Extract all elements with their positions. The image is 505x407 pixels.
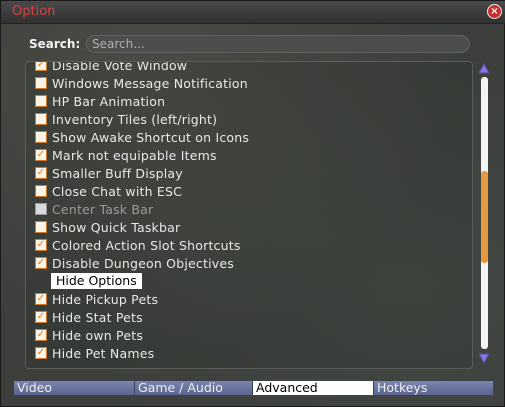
option-label: Close Chat with ESC [52,183,183,199]
option-row[interactable]: Show Quick Taskbar [35,218,472,236]
tab-game-audio[interactable]: Game / Audio [135,381,253,395]
checkbox-unchecked[interactable] [35,113,47,125]
scrollbar-thumb[interactable] [481,171,488,263]
checkbox-checked[interactable]: ✓ [35,293,47,305]
option-label: Inventory Tiles (left/right) [52,111,218,127]
option-row[interactable]: Inventory Tiles (left/right) [35,110,472,128]
checkbox-unchecked[interactable] [35,221,47,233]
option-label: Smaller Buff Display [52,165,183,181]
option-label: Show Quick Taskbar [52,219,181,235]
option-label: Hide Stat Pets [52,309,143,325]
option-label: Colored Action Slot Shortcuts [52,237,241,253]
option-row[interactable]: Windows Message Notification [35,74,472,92]
option-row[interactable]: ✓ Smaller Buff Display [35,164,472,182]
checkbox-checked[interactable]: ✓ [35,149,47,161]
option-row[interactable]: HP Bar Animation [35,92,472,110]
section-header-label: Hide Options [51,273,142,289]
option-row[interactable]: ✓ Colored Action Slot Shortcuts [35,236,472,254]
checkbox-checked[interactable]: ✓ [35,62,47,71]
option-row[interactable]: ✓ Hide Pickup Pets [35,290,472,308]
checkbox-unchecked[interactable] [35,185,47,197]
options-list-content: ✓ Disable Vote Window Windows Message Noti… [35,61,472,362]
option-label: Show Awake Shortcut on Icons [52,129,250,145]
search-label: Search: [29,37,81,51]
checkbox-unchecked[interactable] [35,95,47,107]
option-label: Disable Vote Window [52,61,188,73]
checkbox-checked[interactable]: ✓ [35,167,47,179]
checkbox-unchecked[interactable] [35,131,47,143]
close-icon[interactable]: × [487,4,502,19]
scroll-down-icon[interactable] [478,352,490,364]
checkbox-checked[interactable]: ✓ [35,347,47,359]
option-row[interactable]: Show Awake Shortcut on Icons [35,128,472,146]
option-row[interactable]: ✓ Hide own Pets [35,326,472,344]
option-label: Windows Message Notification [52,75,248,91]
scroll-up-icon[interactable] [478,63,490,75]
search-input[interactable] [86,35,470,53]
option-row: Center Task Bar [35,200,472,218]
option-label: HP Bar Animation [52,93,166,109]
option-label: Hide Pickup Pets [52,291,159,307]
option-row[interactable]: Close Chat with ESC [35,182,472,200]
tab-video[interactable]: Video [14,381,135,395]
options-window: Option × Search: ✓ Disable Vote Window Win… [0,0,505,407]
option-label: Mark not equipable Items [52,147,217,163]
checkbox-checked[interactable]: ✓ [35,239,47,251]
option-row[interactable]: ✓ Mark not equipable Items [35,146,472,164]
checkbox-unchecked [35,203,47,215]
option-row[interactable]: ✓ Disable Dungeon Objectives [35,254,472,272]
section-header: Hide Options [35,272,472,290]
option-row[interactable]: ✓ Disable Vote Window [35,61,472,74]
option-label: Disable Dungeon Objectives [52,255,234,271]
checkbox-checked[interactable]: ✓ [35,311,47,323]
window-title: Option [12,4,56,19]
tab-advanced[interactable]: Advanced [253,381,374,395]
option-label: Hide own Pets [52,327,144,343]
tab-hotkeys[interactable]: Hotkeys [374,381,494,395]
checkbox-unchecked[interactable] [35,77,47,89]
option-row[interactable]: ✓ Hide Stat Pets [35,308,472,326]
option-label: Hide Pet Names [52,345,155,361]
option-row[interactable]: ✓ Hide Pet Names [35,344,472,362]
title-bar[interactable]: Option × [1,1,505,24]
checkbox-checked[interactable]: ✓ [35,257,47,269]
checkbox-checked[interactable]: ✓ [35,329,47,341]
option-label: Center Task Bar [52,201,154,217]
options-list[interactable]: ✓ Disable Vote Window Windows Message Noti… [25,61,473,369]
tab-bar: Video Game / Audio Advanced Hotkeys [14,381,494,395]
